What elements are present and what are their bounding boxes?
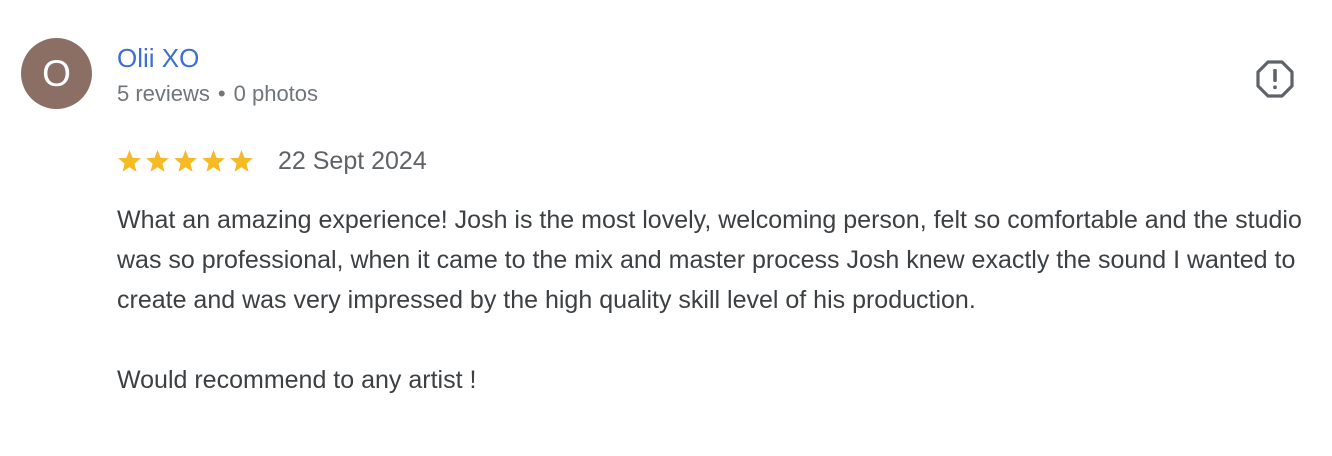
report-flag-icon <box>1256 60 1294 98</box>
rating-row: 22 Sept 2024 <box>117 145 427 177</box>
star-icon <box>146 149 169 172</box>
star-icon <box>174 149 197 172</box>
review-paragraph: Would recommend to any artist ! <box>117 366 477 394</box>
reviewer-meta: 5 reviews • 0 photos <box>117 80 318 108</box>
review-text: What an amazing experience! Josh is the … <box>117 200 1307 400</box>
avatar-initial: O <box>42 53 71 94</box>
reviewer-name-link[interactable]: Olii XO <box>117 41 199 75</box>
reviews-count: 5 reviews <box>117 81 210 106</box>
photos-count: 0 photos <box>233 81 319 106</box>
report-review-button[interactable] <box>1252 56 1298 102</box>
star-rating <box>117 149 254 174</box>
review-card: O Olii XO 5 reviews • 0 photos 22 Sept 202… <box>0 0 1332 456</box>
star-icon <box>202 149 225 172</box>
avatar[interactable]: O <box>21 38 92 109</box>
meta-separator: • <box>217 81 226 106</box>
review-paragraph: What an amazing experience! Josh is the … <box>117 206 1302 314</box>
review-date: 22 Sept 2024 <box>278 147 427 175</box>
star-icon <box>118 149 141 172</box>
star-icon <box>230 149 253 172</box>
